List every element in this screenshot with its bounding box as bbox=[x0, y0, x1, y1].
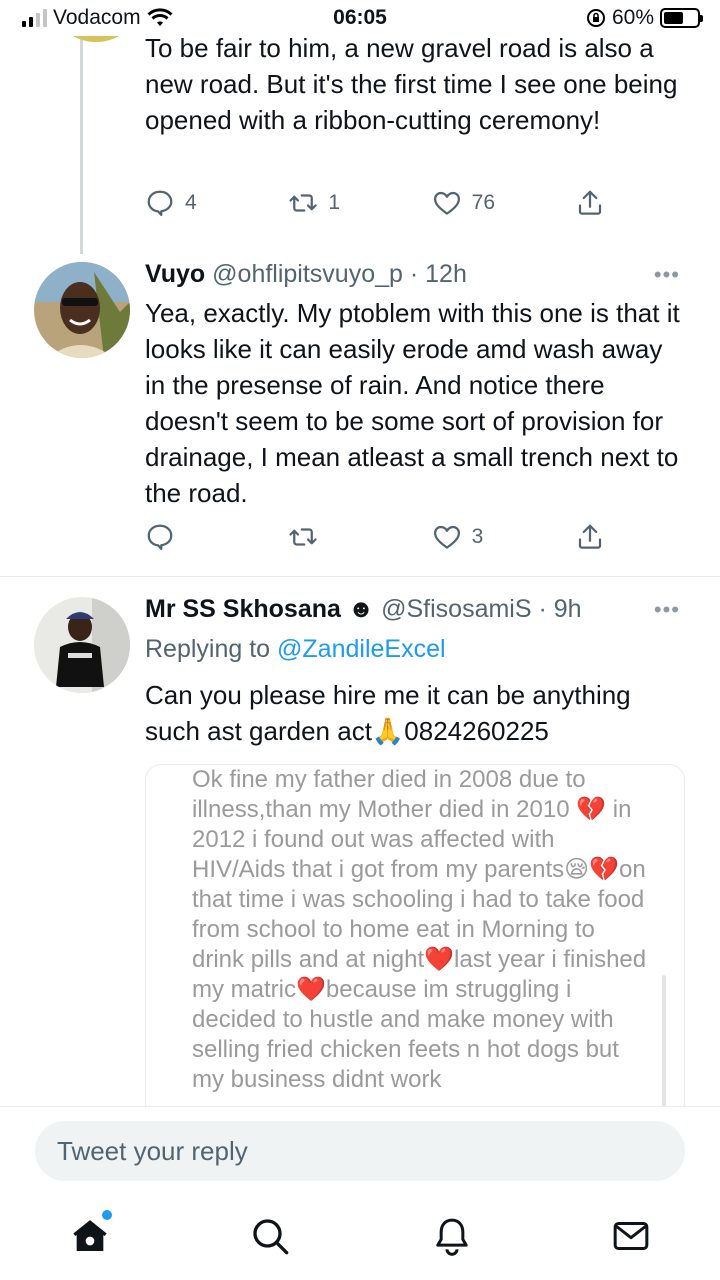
reply-button[interactable] bbox=[145, 522, 265, 552]
reply-bar bbox=[0, 1106, 720, 1196]
nav-notifications[interactable] bbox=[430, 1214, 474, 1258]
battery-icon bbox=[660, 8, 703, 28]
tweet-actions: 3 bbox=[145, 520, 605, 554]
tweet-image[interactable]: Ok fine my father died in 2008 due to il… bbox=[145, 764, 685, 1144]
retweet-button[interactable]: 1 bbox=[288, 188, 408, 218]
nav-search[interactable] bbox=[248, 1214, 292, 1258]
tweet-time: · 9h bbox=[538, 595, 582, 623]
tweet-time: · 12h bbox=[409, 260, 467, 288]
share-button[interactable] bbox=[575, 188, 605, 218]
replying-label: Replying to bbox=[145, 635, 271, 663]
reply-button[interactable]: 4 bbox=[145, 188, 265, 218]
retweet-icon bbox=[289, 528, 317, 546]
search-icon bbox=[253, 1219, 289, 1255]
like-count: 76 bbox=[471, 191, 496, 214]
new-content-dot bbox=[102, 1210, 112, 1220]
reply-count: 4 bbox=[185, 191, 197, 214]
like-button[interactable]: 3 bbox=[432, 522, 552, 552]
share-icon bbox=[578, 524, 602, 549]
avatar[interactable] bbox=[34, 262, 130, 358]
avatar[interactable] bbox=[34, 597, 130, 693]
retweet-button[interactable] bbox=[288, 522, 408, 552]
battery-group: 60% bbox=[586, 6, 703, 30]
share-icon bbox=[578, 190, 602, 215]
status-bar: Vodacom 06:05 60% bbox=[0, 0, 720, 36]
like-button[interactable]: 76 bbox=[432, 188, 552, 218]
nav-messages[interactable] bbox=[609, 1214, 653, 1258]
reply-icon bbox=[147, 190, 173, 216]
more-options-icon[interactable]: ••• bbox=[654, 262, 680, 288]
divider bbox=[0, 576, 720, 577]
image-scrollbar bbox=[662, 975, 666, 1125]
user-photo bbox=[34, 262, 130, 358]
reply-icon bbox=[147, 524, 173, 550]
nav-home[interactable] bbox=[68, 1210, 112, 1258]
image-text: Ok fine my father died in 2008 due to il… bbox=[192, 766, 647, 1093]
user-handle[interactable]: @SfisosamiS bbox=[381, 595, 531, 623]
share-button[interactable] bbox=[575, 522, 605, 552]
user-photo bbox=[34, 597, 130, 693]
tweet-actions: 4 1 76 bbox=[145, 186, 605, 220]
user-handle[interactable]: @ohflipitsvuyo_p bbox=[212, 260, 403, 288]
heart-icon bbox=[433, 191, 460, 215]
replying-handle[interactable]: @ZandileExcel bbox=[277, 635, 446, 663]
retweet-count: 1 bbox=[328, 191, 341, 214]
like-count: 3 bbox=[471, 525, 484, 548]
thread-line bbox=[80, 36, 83, 254]
smiley-emoji: ☻ bbox=[347, 595, 375, 623]
tweet-text: Can you please hire me it can be anythin… bbox=[145, 680, 631, 746]
tweet-text: Yea, exactly. My ptoblem with this one i… bbox=[145, 298, 680, 508]
battery-percent: 60% bbox=[611, 6, 654, 29]
more-options-icon[interactable]: ••• bbox=[654, 597, 680, 623]
replying-to: Replying to @ZandileExcel bbox=[145, 635, 446, 664]
tweet-header: Vuyo @ohflipitsvuyo_p · 12h bbox=[145, 260, 467, 289]
display-name[interactable]: Mr SS Skhosana bbox=[145, 595, 341, 623]
retweet-icon bbox=[289, 194, 317, 212]
reply-input[interactable] bbox=[35, 1121, 685, 1181]
orientation-lock-icon bbox=[586, 9, 605, 27]
home-icon bbox=[73, 1220, 107, 1251]
bottom-nav bbox=[0, 1196, 720, 1280]
notifications-icon bbox=[436, 1218, 468, 1256]
display-name[interactable]: Vuyo bbox=[145, 260, 205, 288]
tweet-header: Mr SS Skhosana ☻ @SfisosamiS · 9h bbox=[145, 595, 582, 624]
heart-icon bbox=[433, 525, 460, 549]
messages-icon bbox=[613, 1222, 649, 1250]
tweet-text: To be fair to him, a new gravel road is … bbox=[145, 33, 678, 135]
